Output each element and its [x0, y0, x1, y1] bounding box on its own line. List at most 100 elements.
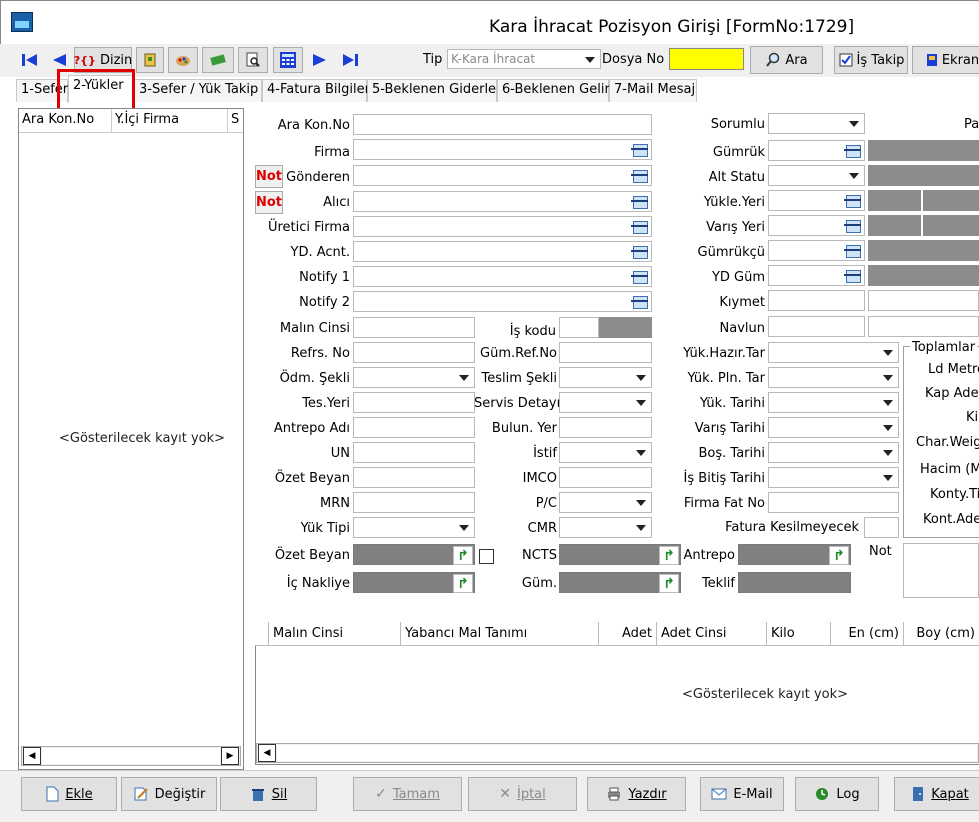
- lookup-icon[interactable]: [630, 244, 649, 259]
- bos-tarihi-date[interactable]: [768, 442, 899, 463]
- money-icon[interactable]: [202, 47, 234, 73]
- yd-gum-input[interactable]: [768, 265, 865, 286]
- scroll-right-icon[interactable]: ▶: [221, 747, 239, 765]
- yuk-tarihi-date[interactable]: [768, 392, 899, 413]
- notify1-input[interactable]: [353, 266, 652, 287]
- col-yabanci-mal-tanimi[interactable]: Yabancı Mal Tanımı: [401, 622, 599, 646]
- scroll-thumb[interactable]: [42, 748, 220, 764]
- go-arrow-icon[interactable]: ↱: [659, 574, 679, 593]
- go-arrow-icon[interactable]: ↱: [829, 546, 849, 565]
- notify2-input[interactable]: [353, 291, 652, 312]
- ekran-button[interactable]: Ekran: [912, 46, 979, 74]
- log-button[interactable]: Log: [795, 777, 879, 811]
- tab-fatura-bilgileri[interactable]: 4-Fatura Bilgileri: [262, 79, 374, 102]
- pc-select[interactable]: [559, 492, 652, 513]
- lookup-icon[interactable]: [630, 294, 649, 309]
- bulun-yer-input[interactable]: [559, 417, 652, 438]
- lookup-icon[interactable]: [843, 268, 862, 283]
- navlun-input[interactable]: [768, 316, 865, 337]
- lookup-icon[interactable]: [630, 219, 649, 234]
- varis-yeri-input[interactable]: [768, 215, 865, 236]
- sil-button[interactable]: Sil: [220, 777, 317, 811]
- yuk-pln-tar-date[interactable]: [768, 367, 899, 388]
- left-record-grid[interactable]: Ara Kon.No Y.İçi Firma S <Gösterilecek k…: [18, 108, 244, 770]
- ara-kon-no-input[interactable]: [353, 114, 652, 135]
- alici-not-button[interactable]: Not: [255, 191, 283, 214]
- malin-cinsi-input[interactable]: [353, 317, 475, 338]
- gumrukcu-input[interactable]: [768, 240, 865, 261]
- varis-tarihi-date[interactable]: [768, 417, 899, 438]
- lookup-icon[interactable]: [630, 269, 649, 284]
- yuk-hazir-tar-date[interactable]: [768, 342, 899, 363]
- lookup-icon[interactable]: [843, 218, 862, 233]
- iptal-button[interactable]: ✕ İptal: [468, 777, 577, 811]
- next-record-icon[interactable]: [310, 50, 330, 70]
- yukle-yeri-input[interactable]: [768, 190, 865, 211]
- lookup-icon[interactable]: [843, 243, 862, 258]
- mrn-input[interactable]: [353, 492, 475, 513]
- refrs-no-input[interactable]: [353, 342, 475, 363]
- tamam-button[interactable]: ✓ Tamam: [353, 777, 462, 811]
- col-adet[interactable]: Adet: [599, 622, 657, 646]
- doc-icon[interactable]: [136, 47, 164, 73]
- goods-hscroll[interactable]: ◀: [256, 743, 979, 763]
- gonderen-not-button[interactable]: Not: [255, 165, 283, 188]
- ara-button[interactable]: Ara: [750, 46, 823, 74]
- tes-yeri-input[interactable]: [353, 392, 475, 413]
- gumruk-input[interactable]: [768, 140, 865, 161]
- palette-icon[interactable]: [168, 47, 198, 73]
- scroll-left-icon[interactable]: ◀: [258, 744, 276, 762]
- ozet-beyan-checkbox[interactable]: [479, 549, 494, 564]
- dosya-input[interactable]: [669, 48, 744, 70]
- tab-beklenen-giderler[interactable]: 5-Beklenen Giderler: [367, 79, 501, 102]
- un-input[interactable]: [353, 442, 475, 463]
- col-boy-cm[interactable]: Boy (cm): [904, 622, 979, 646]
- col-adet-cinsi[interactable]: Adet Cinsi: [657, 622, 767, 646]
- lookup-icon[interactable]: [630, 168, 649, 183]
- servis-detayi-select[interactable]: [559, 392, 652, 413]
- is-kodu-input[interactable]: [559, 317, 599, 338]
- istif-select[interactable]: [559, 442, 652, 463]
- lookup-icon[interactable]: [630, 142, 649, 157]
- navlun-currency[interactable]: [868, 316, 979, 337]
- tip-select[interactable]: K-Kara İhracat: [447, 49, 601, 69]
- col-s[interactable]: S: [228, 109, 244, 133]
- cmr-select[interactable]: [559, 517, 652, 538]
- kiymet-currency[interactable]: [868, 290, 979, 311]
- odm-sekli-select[interactable]: [353, 367, 475, 388]
- firma-input[interactable]: [353, 139, 652, 160]
- sorumlu-select[interactable]: [768, 113, 865, 134]
- tab-beklenen-gelir[interactable]: 6-Beklenen Gelir: [497, 79, 610, 102]
- uretici-firma-input[interactable]: [353, 216, 652, 237]
- go-arrow-icon[interactable]: ↱: [659, 546, 679, 565]
- scroll-thumb[interactable]: [277, 745, 977, 761]
- col-yici-firma[interactable]: Y.İçi Firma: [112, 109, 228, 133]
- alici-input[interactable]: [353, 191, 652, 212]
- yd-acnt-input[interactable]: [353, 241, 652, 262]
- degistir-button[interactable]: Değiştir: [121, 777, 217, 811]
- is-takip-button[interactable]: İş Takip: [834, 46, 908, 74]
- ekle-button[interactable]: Ekle: [21, 777, 117, 811]
- alt-statu-select[interactable]: [768, 165, 865, 186]
- print-preview-icon[interactable]: [238, 47, 268, 73]
- yazdir-button[interactable]: Yazdır: [587, 777, 686, 811]
- kiymet-input[interactable]: [768, 290, 865, 311]
- gonderen-input[interactable]: [353, 165, 652, 186]
- antrepo-adi-input[interactable]: [353, 417, 475, 438]
- lookup-icon[interactable]: [843, 143, 862, 158]
- col-en-cm[interactable]: En (cm): [831, 622, 904, 646]
- go-arrow-icon[interactable]: ↱: [453, 546, 473, 565]
- kapat-button[interactable]: Kapat: [894, 777, 979, 811]
- fatura-kesilmeyecek-input[interactable]: [864, 517, 899, 538]
- col-malin-cinsi[interactable]: Malın Cinsi: [269, 622, 401, 646]
- col-ara-kon-no[interactable]: Ara Kon.No: [19, 109, 112, 133]
- ozet-beyan-input[interactable]: [353, 467, 475, 488]
- yuk-tipi-select[interactable]: [353, 517, 475, 538]
- scroll-left-icon[interactable]: ◀: [23, 747, 41, 765]
- lookup-icon[interactable]: [630, 194, 649, 209]
- col-kilo[interactable]: Kilo: [767, 622, 831, 646]
- tab-sefer-yuk-takip[interactable]: 3-Sefer / Yük Takip: [134, 79, 262, 102]
- lookup-icon[interactable]: [843, 193, 862, 208]
- prev-record-icon[interactable]: [49, 50, 69, 70]
- first-record-icon[interactable]: [20, 50, 40, 70]
